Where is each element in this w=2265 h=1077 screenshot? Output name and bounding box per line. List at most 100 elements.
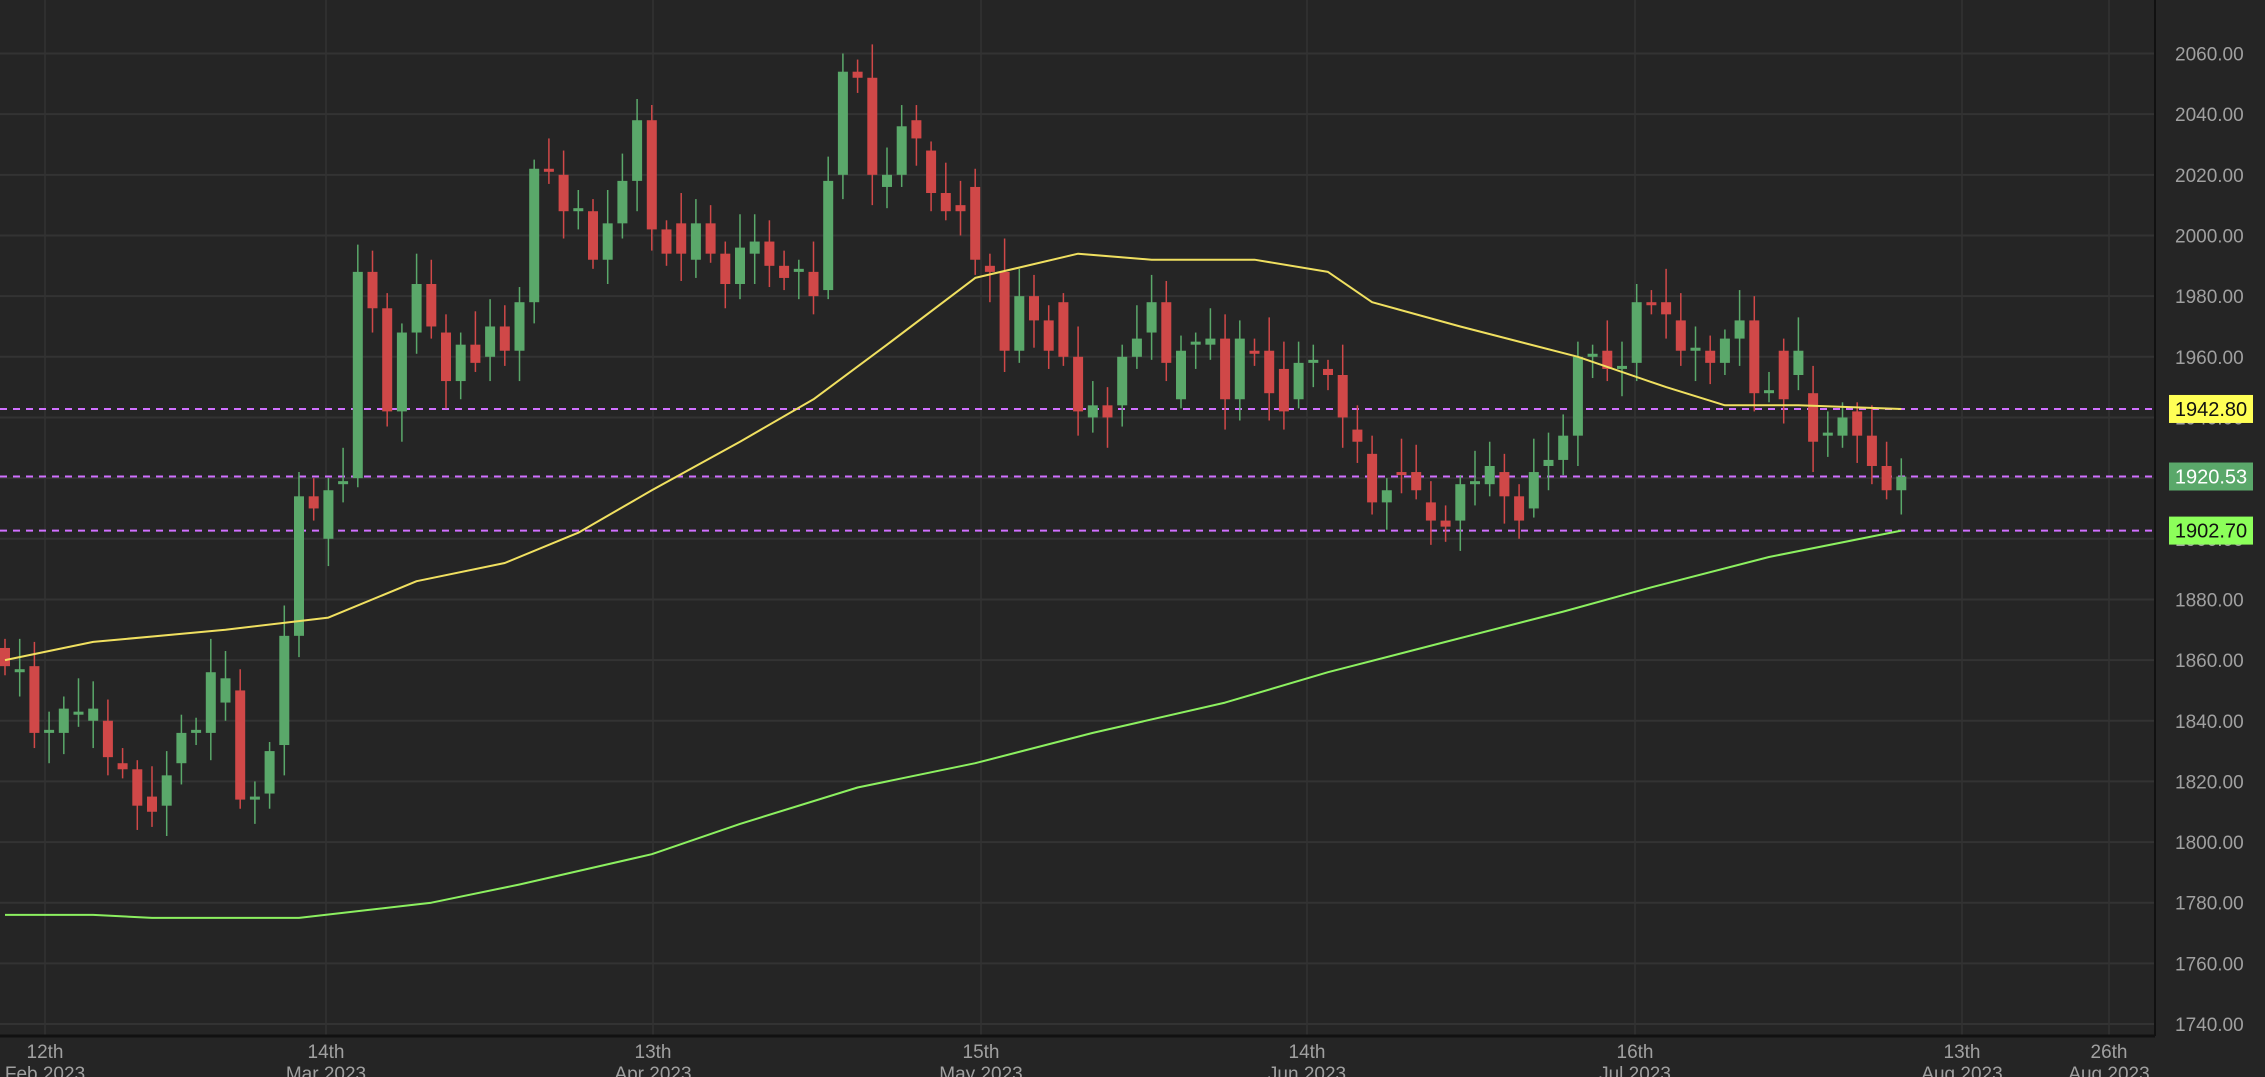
x-tick-day: 26th — [2091, 1042, 2128, 1063]
candle-up — [279, 605, 290, 776]
grid — [0, 0, 2155, 1036]
candle-body — [779, 265, 790, 278]
price-chart[interactable]: 1740.00 1760.00 1780.00 1800.00 1820.00 1840.… — [0, 0, 2265, 1077]
x-tick-day: 14th — [1289, 1042, 1326, 1063]
candle-body — [1793, 350, 1804, 375]
candle-body — [88, 708, 99, 721]
candle-down — [1073, 326, 1084, 436]
x-tick-month: Aug 2023 — [1921, 1064, 2002, 1077]
candle-body — [823, 180, 834, 291]
candle-body — [1572, 356, 1583, 436]
candle-up — [602, 189, 613, 285]
candle-down — [117, 748, 128, 779]
candle-body — [1822, 432, 1833, 436]
candle-down — [646, 105, 657, 251]
candle-up — [1087, 381, 1098, 433]
candle-body — [1249, 350, 1260, 354]
candle-up — [690, 199, 701, 278]
candle-body — [264, 751, 275, 794]
candle-down — [1352, 405, 1363, 463]
candle-body — [1528, 472, 1539, 509]
y-tick-label: 1780.00 — [2175, 894, 2244, 915]
candle-body — [1234, 338, 1245, 400]
candle-body — [529, 168, 540, 303]
candle-down — [1440, 505, 1451, 542]
x-tick-day: 14th — [308, 1042, 345, 1063]
candle-down — [1808, 365, 1819, 473]
candle-up — [1190, 332, 1201, 369]
candle-down — [1881, 441, 1892, 500]
candle-down — [426, 259, 437, 339]
candle-body — [352, 271, 363, 479]
candle-down — [1425, 481, 1436, 545]
candle-up — [1617, 341, 1627, 397]
candle-down — [235, 669, 246, 809]
x-tick-month: Feb 2023 — [5, 1064, 85, 1077]
candle-down — [1646, 290, 1657, 315]
candle-body — [147, 796, 157, 812]
candle-body — [396, 332, 407, 412]
x-tick-day: 13th — [1944, 1042, 1981, 1063]
candle-body — [1293, 362, 1304, 400]
candle-body — [940, 193, 951, 212]
candle-body — [1161, 302, 1172, 363]
candle-body — [911, 120, 922, 139]
x-tick-month: Jul 2023 — [1599, 1064, 1671, 1077]
candle-down — [1396, 438, 1407, 494]
candle-down — [1749, 296, 1760, 412]
candle-body — [191, 729, 202, 733]
candle-body — [1896, 476, 1907, 491]
candle-up — [1117, 344, 1128, 427]
x-axis[interactable]: 12thFeb 202314thMar 202313thApr 202315th… — [5, 1042, 2150, 1077]
candle-up — [1528, 438, 1539, 518]
candle-up — [793, 259, 804, 300]
candle-body — [661, 229, 672, 254]
candle-body — [426, 284, 437, 327]
candle-up — [1543, 432, 1554, 491]
candle-up — [1131, 305, 1142, 369]
candle-body — [1734, 320, 1745, 339]
candle-body — [705, 223, 716, 254]
candle-down — [0, 638, 10, 676]
candle-body — [1043, 320, 1054, 351]
candle-body — [1176, 350, 1186, 400]
candle-body — [1102, 405, 1113, 418]
candle-body — [617, 180, 628, 224]
candle-body — [1866, 435, 1877, 466]
candle-body — [955, 205, 966, 212]
candle-body — [102, 720, 113, 758]
candle-body — [1058, 302, 1069, 357]
x-tick-month: Mar 2023 — [286, 1064, 366, 1077]
candle-body — [1778, 350, 1789, 400]
candle-up — [735, 214, 745, 300]
candle-body — [1146, 302, 1157, 333]
candle-body — [970, 186, 981, 260]
candle-up — [161, 751, 172, 837]
candle-up — [882, 147, 892, 209]
candle-up — [1572, 341, 1583, 466]
candle-down — [970, 168, 981, 275]
candle-down — [29, 641, 40, 749]
candle-down — [984, 253, 995, 303]
candle-down — [661, 220, 672, 266]
candle-up — [73, 678, 84, 727]
candle-up — [191, 717, 202, 746]
candle-body — [0, 647, 10, 667]
candle-body — [323, 490, 334, 539]
candle-body — [1470, 481, 1480, 485]
candle-up — [632, 98, 643, 212]
candle-up — [1146, 274, 1157, 360]
candle-down — [382, 293, 393, 427]
candle-down — [308, 478, 319, 521]
candle-down — [441, 314, 451, 409]
candle-down — [926, 141, 937, 212]
y-tick-label: 1840.00 — [2175, 712, 2244, 733]
candle-up — [1764, 371, 1774, 403]
candle-down — [1705, 335, 1716, 385]
candle-down — [1278, 341, 1289, 430]
candle-body — [808, 271, 819, 297]
price-tag-label: 1902.70 — [2175, 521, 2247, 543]
candle-down — [1778, 338, 1789, 424]
candle-body — [1852, 411, 1863, 436]
candle-body — [1484, 465, 1495, 485]
